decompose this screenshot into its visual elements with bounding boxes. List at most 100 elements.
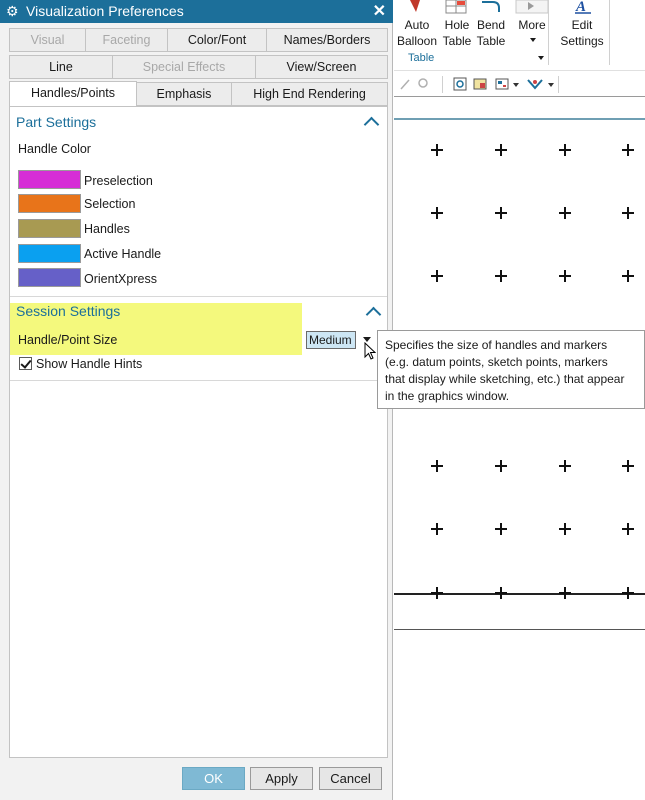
auto-balloon-button[interactable]: Auto Balloon [397, 17, 437, 49]
bend-table-icon[interactable] [479, 0, 505, 14]
bend-table-label-1: Bend [476, 18, 506, 32]
dialog-title: Visualization Preferences [26, 3, 184, 19]
handle-marker [431, 460, 443, 472]
auto-balloon-icon[interactable] [406, 0, 428, 14]
tab-handles-points[interactable]: Handles/Points [9, 81, 137, 107]
orientxpress-label: OrientXpress [84, 272, 157, 286]
mouse-cursor-icon [364, 342, 376, 360]
handle-marker [431, 523, 443, 535]
tab-view-screen[interactable]: View/Screen [255, 55, 388, 79]
tooltip-line: in the graphics window. [385, 389, 510, 403]
dialog-titlebar: ⚙ Visualization Preferences ✕ [0, 0, 393, 23]
tab-special-effects[interactable]: Special Effects [112, 55, 256, 79]
more-button[interactable]: More [514, 17, 550, 33]
tab-high-end-rendering[interactable]: High End Rendering [231, 82, 388, 106]
layout-dropdown-arrow-icon[interactable] [513, 83, 519, 87]
zoom-fit-icon[interactable] [452, 76, 468, 92]
sketch-line [394, 629, 645, 630]
tab-emphasis[interactable]: Emphasis [136, 82, 232, 106]
handle-marker [431, 587, 443, 599]
more-dropdown-arrow-icon[interactable] [530, 38, 536, 42]
hole-table-label-2: Table [442, 34, 472, 48]
active-handle-label: Active Handle [84, 247, 162, 261]
handle-marker [495, 207, 507, 219]
handle-marker [495, 144, 507, 156]
session-settings-header[interactable]: Session Settings [16, 303, 120, 319]
tab-color-font[interactable]: Color/Font [167, 28, 267, 52]
edit-settings-icon[interactable]: A [573, 0, 593, 14]
bend-table-button[interactable]: Bend Table [474, 17, 508, 49]
svg-text:A: A [575, 0, 586, 14]
collapse-chevron-icon[interactable] [363, 116, 380, 133]
display-style-icon[interactable] [526, 76, 544, 92]
graphics-border-line [394, 118, 645, 120]
apply-button[interactable]: Apply [250, 767, 313, 790]
handle-point-size-select[interactable]: Medium [306, 331, 356, 349]
handle-marker [622, 460, 634, 472]
view-orient-icon[interactable] [472, 76, 488, 92]
edit-settings-label-1: Edit [571, 18, 593, 32]
display-style-dropdown-arrow-icon[interactable] [548, 83, 554, 87]
handle-marker [559, 587, 571, 599]
tooltip-line: (e.g. datum points, sketch points, marke… [385, 355, 608, 369]
sketch-tools-icon[interactable] [399, 76, 435, 92]
ribbon-separator [609, 0, 610, 65]
active-handle-color-swatch[interactable] [18, 244, 81, 263]
handle-marker [559, 270, 571, 282]
handle-marker [559, 523, 571, 535]
bend-table-label-2: Table [476, 34, 506, 48]
selection-label: Selection [84, 197, 136, 211]
more-gallery-icon[interactable] [515, 0, 549, 14]
selection-color-swatch[interactable] [18, 194, 81, 213]
handle-marker [622, 587, 634, 599]
ok-button[interactable]: OK [182, 767, 245, 790]
graphics-border-line [394, 96, 645, 97]
layout-icon[interactable] [494, 76, 510, 92]
gear-icon: ⚙ [6, 3, 19, 19]
handles-color-swatch[interactable] [18, 219, 81, 238]
show-handle-hints-label: Show Handle Hints [36, 357, 143, 371]
handle-marker [431, 270, 443, 282]
visualization-preferences-dialog: ⚙ Visualization Preferences ✕ Visual Fac… [0, 0, 393, 800]
handle-marker [431, 207, 443, 219]
handle-marker [495, 523, 507, 535]
edit-settings-button[interactable]: Edit Settings [558, 17, 606, 49]
tab-visual[interactable]: Visual [9, 28, 86, 52]
tab-line[interactable]: Line [9, 55, 113, 79]
toolbar-separator [558, 76, 559, 93]
handle-marker [622, 207, 634, 219]
ribbon-separator [548, 0, 549, 65]
tooltip-line: Specifies the size of handles and marker… [385, 338, 608, 352]
handle-color-label: Handle Color [18, 142, 91, 156]
handle-marker [495, 270, 507, 282]
auto-balloon-label-2: Balloon [397, 34, 438, 48]
tooltip-line: that display while sketching, etc.) that… [385, 372, 625, 386]
group-dropdown-arrow-icon[interactable] [538, 56, 544, 60]
hole-table-label-1: Hole [444, 18, 470, 32]
auto-balloon-label-1: Auto [404, 18, 430, 32]
section-divider [10, 380, 387, 381]
handle-marker [622, 523, 634, 535]
tab-names-borders[interactable]: Names/Borders [266, 28, 388, 52]
hole-table-button[interactable]: Hole Table [441, 17, 473, 49]
hole-table-icon[interactable] [445, 0, 467, 14]
checkmark-icon [20, 357, 32, 369]
close-icon[interactable]: ✕ [373, 1, 386, 21]
handle-marker [559, 144, 571, 156]
orientxpress-color-swatch[interactable] [18, 268, 81, 287]
tab-content-panel: Part Settings Handle Color Preselection … [9, 106, 388, 758]
handles-label: Handles [84, 222, 130, 236]
cancel-button[interactable]: Cancel [319, 767, 382, 790]
preselection-label: Preselection [84, 174, 153, 188]
handle-marker [495, 587, 507, 599]
show-handle-hints-checkbox[interactable] [19, 357, 32, 370]
handle-marker [431, 144, 443, 156]
handle-marker [622, 270, 634, 282]
edit-settings-label-2: Settings [560, 34, 604, 48]
part-settings-header[interactable]: Part Settings [16, 114, 96, 130]
ribbon-group-label: Table [408, 52, 435, 64]
tab-faceting[interactable]: Faceting [85, 28, 168, 52]
preselection-color-swatch[interactable] [18, 170, 81, 189]
size-tooltip: Specifies the size of handles and marker… [377, 330, 645, 409]
handle-marker [495, 460, 507, 472]
